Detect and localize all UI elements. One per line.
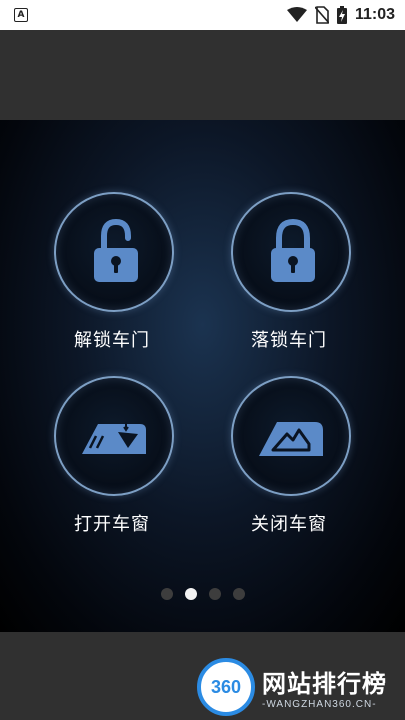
window-open-button[interactable] (54, 376, 174, 496)
page-dot-active[interactable] (184, 588, 197, 600)
page-dot[interactable] (208, 588, 221, 600)
top-toolbar (0, 30, 405, 120)
unlock-icon (94, 218, 138, 282)
wifi-icon (286, 7, 307, 22)
page-indicator[interactable] (0, 588, 405, 606)
app-notification-icon: A (14, 8, 28, 22)
lock-label: 落锁车门 (251, 330, 327, 351)
window-open-label: 打开车窗 (74, 514, 150, 535)
window-close-button[interactable] (231, 376, 351, 496)
watermark-logo: 360 (197, 658, 255, 716)
status-icons: 11:03 (286, 0, 395, 30)
watermark-subtitle: -WANGZHAN360.CN- (262, 699, 377, 710)
unlock-button[interactable] (54, 192, 174, 312)
battery-charging-icon (336, 6, 347, 24)
lock-button[interactable] (231, 192, 351, 312)
unlock-label: 解锁车门 (74, 330, 150, 351)
status-time: 11:03 (354, 6, 395, 23)
lock-icon (271, 218, 315, 282)
window-open-icon (82, 422, 146, 454)
status-bar: A 11:03 (0, 0, 405, 30)
page-dot[interactable] (232, 588, 245, 600)
control-panel: 解锁车门 落锁车门 打开车窗 关闭车窗 (0, 120, 405, 632)
window-close-icon (259, 422, 323, 456)
no-sim-icon (314, 6, 329, 24)
window-close-label: 关闭车窗 (251, 514, 327, 535)
page-dot[interactable] (160, 588, 173, 600)
watermark-title: 网站排行榜 (262, 670, 387, 698)
